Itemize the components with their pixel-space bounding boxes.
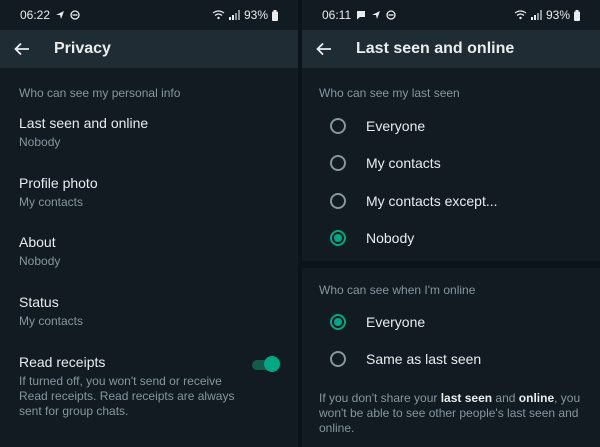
item-title: About (19, 234, 56, 250)
back-button[interactable] (302, 30, 346, 68)
privacy-item-about[interactable]: About Nobody (19, 234, 288, 268)
page-title: Last seen and online (356, 40, 515, 57)
wifi-icon (514, 10, 527, 20)
online-heading: Who can see when I'm online (319, 283, 476, 297)
battery-icon (272, 9, 278, 21)
last-seen-option-everyone[interactable]: Everyone (330, 111, 590, 141)
toggle-knob (264, 356, 280, 372)
last-seen-option-nobody[interactable]: Nobody (330, 223, 590, 253)
section-heading: Who can see my personal info (19, 86, 181, 100)
do-not-disturb-icon (386, 10, 396, 20)
navigation-arrow-icon (56, 11, 65, 19)
note-text: If you don't share your (319, 391, 441, 405)
last-seen-option-my-contacts-except[interactable]: My contacts except... (330, 186, 590, 216)
battery-icon (574, 9, 580, 21)
radio-button (330, 155, 346, 171)
arrow-back-icon (14, 42, 29, 56)
last-seen-screen: 06:11 93% Last seen and online Who can s… (302, 0, 600, 447)
item-value: My contacts (19, 314, 84, 328)
note-emphasis-last-seen: last seen (440, 391, 493, 405)
item-title: Status (19, 294, 59, 310)
item-description: If turned off, you won't send or receive… (19, 374, 235, 418)
app-bar: Privacy (0, 30, 298, 68)
note-text: and (492, 391, 519, 405)
privacy-item-read-receipts[interactable]: Read receipts If turned off, you won't s… (19, 354, 288, 419)
navigation-arrow-icon (372, 11, 381, 19)
item-value: My contacts (19, 195, 84, 209)
item-title: Read receipts (19, 354, 106, 370)
status-bar: 06:11 93% (302, 0, 600, 30)
item-value: Nobody (19, 135, 61, 149)
option-label: My contacts except... (366, 193, 498, 209)
status-time: 06:22 (20, 8, 51, 22)
note-emphasis-online: online (518, 391, 555, 405)
battery-percent: 93% (545, 8, 570, 22)
privacy-note: If you don't share your last seen and on… (319, 391, 588, 436)
privacy-item-profile-photo[interactable]: Profile photo My contacts (19, 175, 288, 209)
option-label: Everyone (366, 118, 426, 134)
page-title: Privacy (54, 40, 111, 57)
item-title: Profile photo (19, 175, 98, 191)
app-bar: Last seen and online (302, 30, 600, 68)
radio-button-selected (330, 314, 346, 330)
status-time: 06:11 (322, 8, 352, 22)
item-title: Last seen and online (19, 115, 149, 131)
back-button[interactable] (0, 30, 44, 68)
online-option-same-as-last-seen[interactable]: Same as last seen (330, 344, 590, 374)
status-bar: 06:22 93% (0, 0, 298, 30)
item-value: Nobody (19, 254, 61, 268)
radio-button (330, 351, 346, 367)
privacy-screen: 06:22 93% Privacy Who can see my persona… (0, 0, 298, 447)
radio-button (330, 118, 346, 134)
arrow-back-icon (316, 42, 331, 56)
last-seen-option-my-contacts[interactable]: My contacts (330, 148, 590, 178)
wifi-icon (212, 10, 225, 20)
last-seen-heading: Who can see my last seen (319, 86, 460, 100)
battery-percent: 93% (243, 8, 268, 22)
online-option-everyone[interactable]: Everyone (330, 307, 590, 337)
radio-button (330, 193, 346, 209)
option-label: My contacts (366, 155, 441, 171)
signal-icon (228, 10, 240, 20)
privacy-item-status[interactable]: Status My contacts (19, 294, 288, 328)
chat-bubble-icon (357, 11, 366, 20)
option-label: Nobody (366, 230, 415, 246)
radio-button-selected (330, 230, 346, 246)
option-label: Everyone (366, 314, 426, 330)
signal-icon (530, 10, 542, 20)
option-label: Same as last seen (366, 351, 482, 367)
do-not-disturb-icon (70, 10, 80, 20)
privacy-item-last-seen[interactable]: Last seen and online Nobody (19, 115, 288, 149)
section-divider (302, 261, 600, 268)
read-receipts-toggle[interactable] (252, 356, 280, 372)
